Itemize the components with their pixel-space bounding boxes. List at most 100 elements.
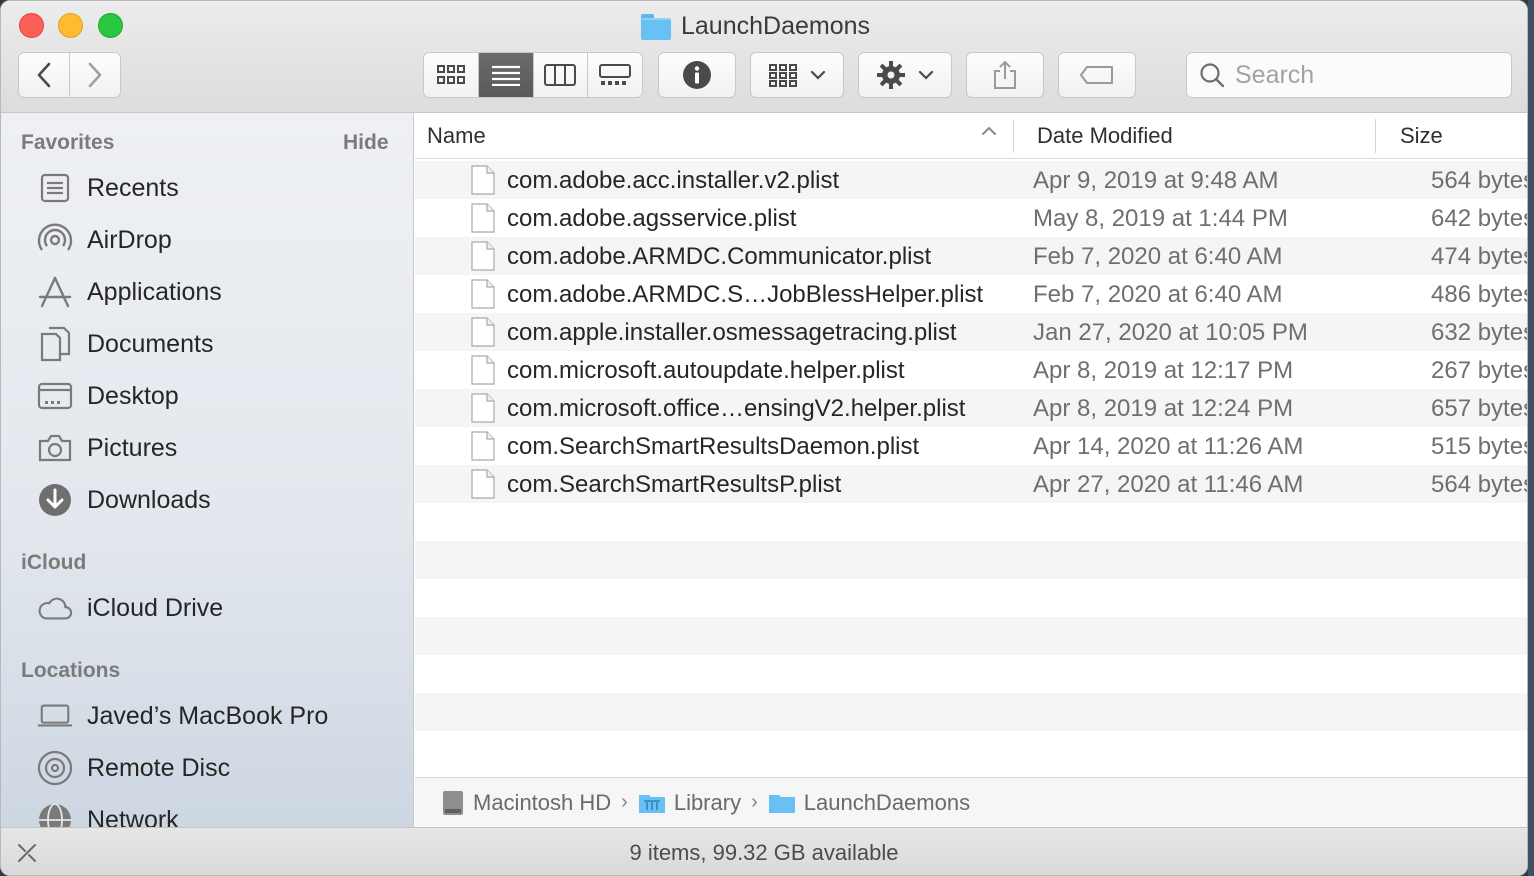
- document-icon: [471, 469, 495, 499]
- share-button[interactable]: [966, 52, 1044, 98]
- gallery-view-button[interactable]: [588, 53, 642, 97]
- file-row[interactable]: com.adobe.acc.installer.v2.plist Apr 9, …: [415, 161, 1527, 199]
- file-row[interactable]: com.adobe.agsservice.plist May 8, 2019 a…: [415, 199, 1528, 237]
- file-name: com.SearchSmartResultsDaemon.plist: [507, 433, 920, 460]
- sidebar-item-documents[interactable]: Documents: [37, 324, 213, 364]
- applications-icon: [37, 274, 73, 310]
- list-icon: [491, 65, 520, 86]
- search-field[interactable]: [1186, 52, 1512, 98]
- file-rows: com.adobe.acc.installer.v2.plist Apr 9, …: [415, 161, 1528, 769]
- airdrop-icon: [37, 222, 73, 258]
- document-icon: [471, 431, 495, 461]
- grid-icon: [436, 65, 465, 84]
- forward-button[interactable]: [69, 52, 121, 98]
- sort-ascending-icon[interactable]: [981, 125, 997, 137]
- sidebar-toggle-icon[interactable]: [15, 841, 39, 865]
- file-size: 515 bytes: [1431, 433, 1528, 460]
- document-icon: [471, 279, 495, 309]
- column-divider[interactable]: [1013, 119, 1014, 153]
- network-icon: [37, 802, 73, 827]
- path-item-library[interactable]: Library: [638, 790, 741, 816]
- toolbar: LaunchDaemons: [1, 1, 1527, 113]
- file-row[interactable]: com.adobe.ARMDC.Communicator.plist Feb 7…: [415, 237, 1528, 275]
- gear-icon: [877, 61, 905, 89]
- column-header-date[interactable]: Date Modified: [1037, 123, 1173, 149]
- file-name: com.SearchSmartResultsP.plist: [507, 471, 842, 498]
- folder-icon: [641, 14, 671, 40]
- file-date: Apr 8, 2019 at 12:24 PM: [1033, 395, 1294, 422]
- group-by-button[interactable]: [750, 52, 844, 98]
- sidebar-item-label: Network: [87, 805, 179, 828]
- status-text: 9 items, 99.32 GB available: [629, 839, 899, 865]
- column-header-row: Name Date Modified Size: [415, 113, 1527, 159]
- column-divider[interactable]: [1375, 119, 1376, 153]
- library-folder-icon: [638, 794, 665, 813]
- file-date: Feb 7, 2020 at 6:40 AM: [1033, 243, 1283, 270]
- sidebar-item-airdrop[interactable]: AirDrop: [37, 220, 172, 260]
- file-size: 486 bytes: [1431, 281, 1528, 308]
- file-row[interactable]: com.apple.installer.osmessagetracing.pli…: [415, 313, 1527, 351]
- sidebar-item-label: Javed’s MacBook Pro: [87, 701, 329, 730]
- search-input[interactable]: [1235, 60, 1495, 90]
- zoom-window-button[interactable]: [98, 13, 123, 38]
- chevron-down-icon: [810, 70, 826, 80]
- column-view-button[interactable]: [534, 53, 589, 97]
- file-date: Apr 27, 2020 at 11:46 AM: [1033, 471, 1304, 498]
- sidebar-item-desktop[interactable]: Desktop: [37, 376, 179, 416]
- sidebar-item-pictures[interactable]: Pictures: [37, 428, 177, 468]
- sidebar-item-label: Remote Disc: [87, 753, 231, 782]
- hide-favorites-button[interactable]: Hide: [343, 131, 389, 155]
- document-icon: [471, 393, 495, 423]
- file-row[interactable]: com.microsoft.office…ensingV2.helper.pli…: [415, 389, 1527, 427]
- sidebar-item-remote-disc[interactable]: Remote Disc: [37, 748, 230, 788]
- file-row[interactable]: com.microsoft.autoupdate.helper.plist Ap…: [415, 351, 1528, 389]
- file-row[interactable]: com.SearchSmartResultsP.plist Apr 27, 20…: [415, 465, 1528, 503]
- icon-view-button[interactable]: [424, 53, 479, 97]
- path-item-launchdaemons[interactable]: LaunchDaemons: [768, 790, 970, 816]
- file-size: 474 bytes: [1431, 243, 1528, 270]
- sidebar-item-macbook[interactable]: Javed’s MacBook Pro: [37, 696, 328, 736]
- sidebar-item-label: Downloads: [87, 485, 211, 514]
- file-size: 642 bytes: [1431, 205, 1528, 232]
- sidebar-item-network[interactable]: Network: [37, 800, 179, 827]
- column-header-size[interactable]: Size: [1400, 123, 1443, 149]
- laptop-icon: [37, 698, 73, 734]
- get-info-button[interactable]: [658, 52, 736, 98]
- sidebar-item-applications[interactable]: Applications: [37, 272, 222, 312]
- path-separator-icon: ›: [751, 791, 758, 813]
- file-date: Apr 9, 2019 at 9:48 AM: [1033, 167, 1279, 194]
- finder-window: LaunchDaemons Search Favorites Hide Rece…: [0, 0, 1528, 876]
- tags-button[interactable]: [1058, 52, 1136, 98]
- chevron-left-icon: [37, 62, 51, 88]
- file-size: 267 bytes: [1431, 357, 1528, 384]
- empty-row: [415, 579, 1527, 617]
- sidebar-item-downloads[interactable]: Downloads: [37, 480, 211, 520]
- action-menu-button[interactable]: [858, 52, 952, 98]
- path-separator-icon: ›: [621, 791, 628, 813]
- window-title: LaunchDaemons: [641, 11, 870, 41]
- sidebar: Favorites Hide Recents AirDrop Applicati…: [1, 113, 414, 827]
- empty-row: [415, 617, 1527, 655]
- file-row[interactable]: com.adobe.ARMDC.S…JobBlessHelper.plist F…: [415, 275, 1528, 313]
- sidebar-item-icloud-drive[interactable]: iCloud Drive: [37, 588, 223, 628]
- empty-row: [415, 541, 1527, 579]
- path-item-label: Library: [673, 789, 742, 815]
- file-size: 564 bytes: [1431, 471, 1528, 498]
- column-header-name[interactable]: Name: [427, 123, 486, 149]
- file-row[interactable]: com.SearchSmartResultsDaemon.plist Apr 1…: [415, 427, 1528, 465]
- file-list: Name Date Modified Size com.adobe.acc.in…: [415, 113, 1528, 777]
- info-icon: [683, 61, 711, 89]
- back-button[interactable]: [18, 52, 70, 98]
- path-bar: Macintosh HD › Library › LaunchDaemons: [415, 777, 1527, 827]
- close-window-button[interactable]: [19, 13, 44, 38]
- path-item-macintosh-hd[interactable]: Macintosh HD: [441, 790, 611, 816]
- document-icon: [471, 165, 495, 195]
- document-icon: [471, 241, 495, 271]
- chevron-right-icon: [88, 62, 102, 88]
- file-name: com.microsoft.office…ensingV2.helper.pli…: [507, 395, 966, 422]
- list-view-button[interactable]: [478, 53, 534, 97]
- downloads-icon: [37, 482, 73, 518]
- sidebar-item-recents[interactable]: Recents: [37, 168, 179, 208]
- minimize-window-button[interactable]: [58, 13, 83, 38]
- file-name: com.adobe.ARMDC.S…JobBlessHelper.plist: [507, 281, 984, 308]
